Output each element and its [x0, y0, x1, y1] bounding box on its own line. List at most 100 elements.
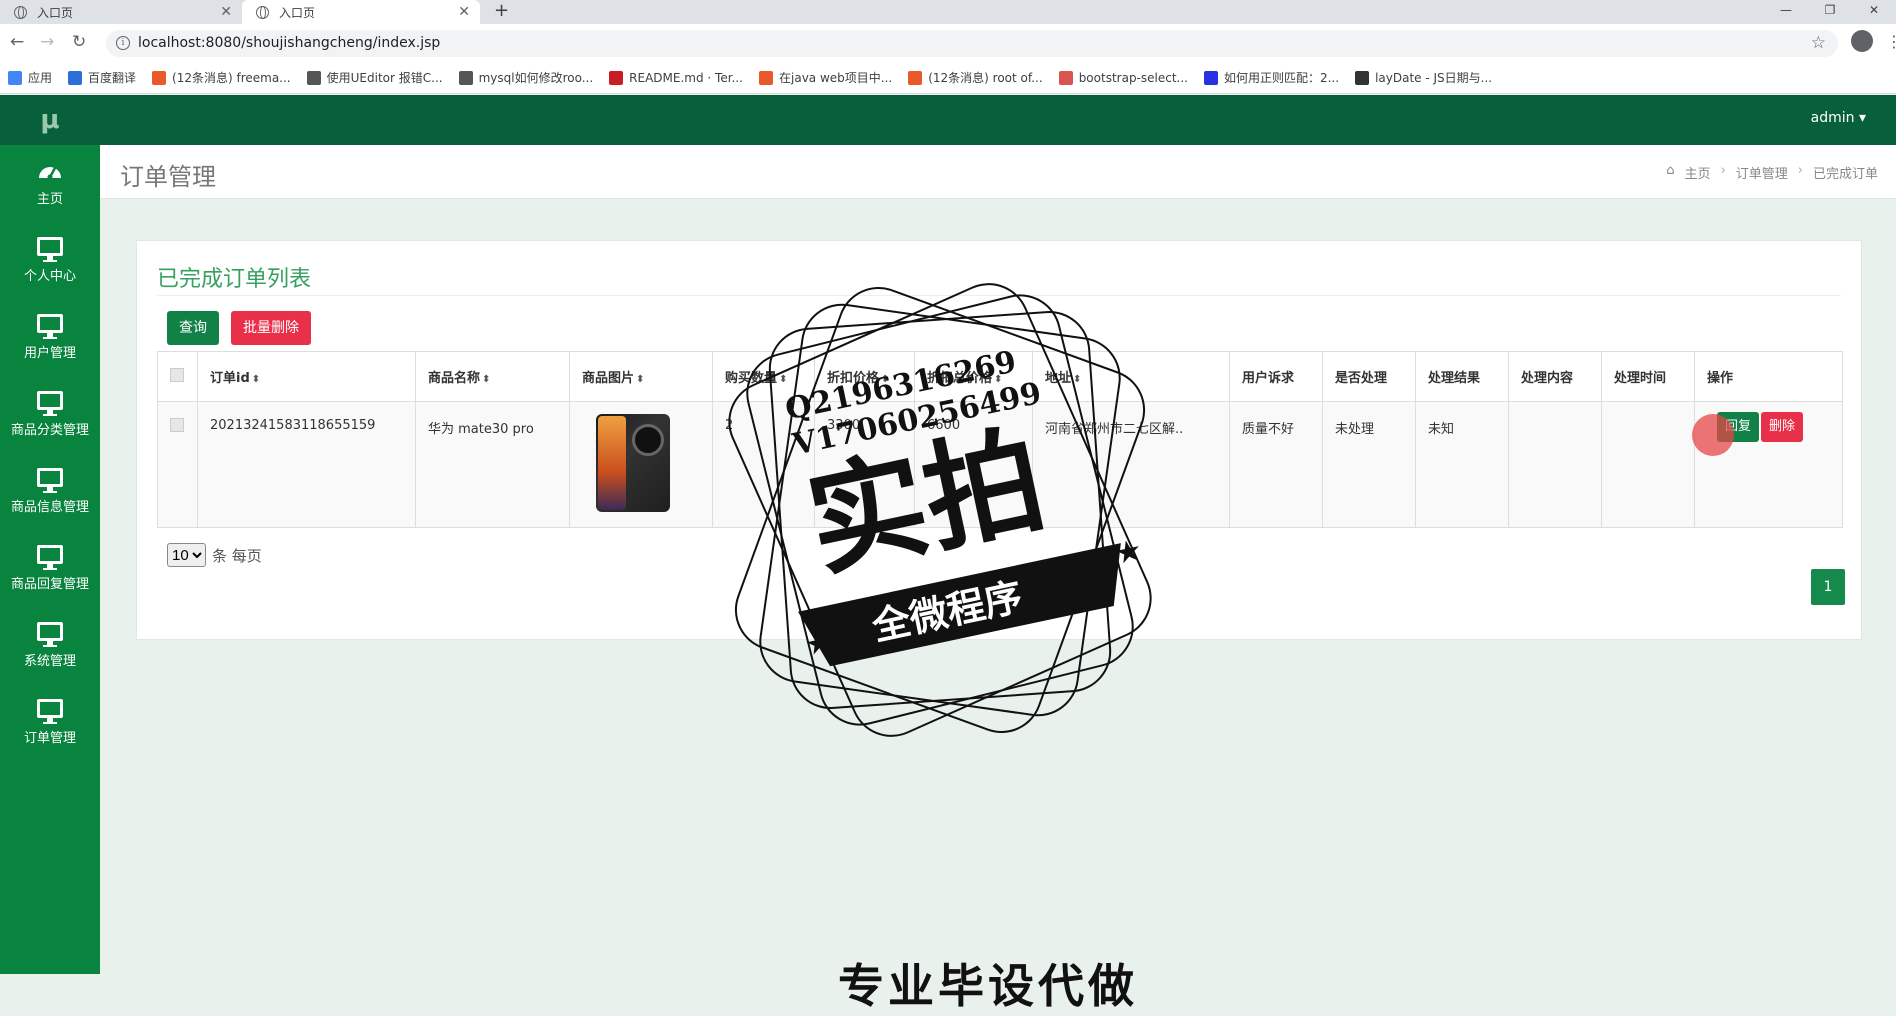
bookmarks-bar: 应用 百度翻译 (12条消息) freema... 使用UEditor 报错C... m…: [0, 62, 1896, 94]
col-discount-total[interactable]: 折扣总价格 ⬍: [914, 351, 1033, 402]
home-icon: ⌂: [1666, 163, 1675, 178]
panel-title: 已完成订单列表: [157, 267, 312, 292]
sort-icon[interactable]: ⬍: [881, 374, 889, 385]
window-close-icon[interactable]: ✕: [1852, 0, 1896, 24]
apps-grid-icon: [8, 70, 22, 85]
monitor-icon: [37, 468, 63, 493]
sidebar-item[interactable]: 用户管理: [0, 299, 100, 376]
sidebar-item[interactable]: 商品分类管理: [0, 376, 100, 453]
sidebar-item[interactable]: 系统管理: [0, 607, 100, 684]
sort-icon[interactable]: ⬍: [1073, 374, 1081, 385]
browser-tab-active[interactable]: 入口页 ✕: [242, 0, 480, 24]
sidebar-item-label: 商品回复管理: [10, 577, 89, 592]
sort-icon[interactable]: ⬍: [482, 374, 490, 385]
discount-price: 3300: [814, 401, 915, 528]
url-input[interactable]: i localhost:8080/shoujishangcheng/index.…: [106, 30, 1838, 57]
bookmark-item[interactable]: layDate - JS日期与...: [1355, 69, 1492, 86]
bookmark-label: README.md · Ter...: [629, 70, 743, 85]
bookmark-item[interactable]: mysql如何修改roo...: [458, 69, 593, 86]
bookmark-label: (12条消息) root of...: [928, 71, 1043, 85]
bookmark-label: (12条消息) freema...: [172, 71, 291, 85]
select-all-checkbox[interactable]: [170, 367, 184, 382]
batch-delete-button[interactable]: 批量删除: [231, 311, 311, 345]
col-content: 处理内容: [1508, 351, 1602, 402]
divider: [157, 295, 1841, 296]
col-actions: 操作: [1694, 351, 1843, 402]
bottom-overlay-text: 专业毕设代做: [838, 959, 1138, 1013]
sidebar-item[interactable]: 商品回复管理: [0, 530, 100, 607]
row-checkbox[interactable]: [170, 418, 184, 432]
close-icon[interactable]: ✕: [458, 4, 470, 20]
monitor-icon: [37, 699, 63, 724]
sort-icon[interactable]: ⬍: [636, 374, 644, 385]
breadcrumb-current: 已完成订单: [1812, 167, 1878, 182]
page-size-select[interactable]: 10: [167, 543, 206, 567]
query-button[interactable]: 查询: [167, 311, 219, 345]
bookmark-item[interactable]: README.md · Ter...: [609, 70, 743, 85]
back-icon[interactable]: ←: [10, 32, 24, 52]
page-1-button[interactable]: 1: [1811, 569, 1845, 605]
bookmark-item[interactable]: 如何用正则匹配：2...: [1203, 69, 1339, 86]
sidebar-item[interactable]: 主页: [0, 145, 100, 222]
col-product-name[interactable]: 商品名称 ⬍: [415, 351, 570, 402]
new-tab-button[interactable]: +: [494, 0, 509, 24]
profile-avatar[interactable]: [1851, 30, 1873, 52]
col-handled: 是否处理: [1322, 351, 1416, 402]
handle-result: 未知: [1415, 401, 1509, 528]
product-image-cell: [569, 401, 713, 528]
minimize-icon[interactable]: —: [1764, 0, 1808, 24]
bookmark-favicon-icon: [68, 70, 83, 85]
restore-icon[interactable]: ❐: [1808, 0, 1852, 24]
product-image[interactable]: [596, 414, 670, 512]
monitor-icon: [37, 314, 63, 339]
reload-icon[interactable]: ↻: [72, 32, 86, 52]
menu-kebab-icon[interactable]: ⋮: [1886, 32, 1896, 51]
bookmark-item[interactable]: (12条消息) root of...: [908, 69, 1043, 86]
sort-icon[interactable]: ⬍: [779, 374, 787, 385]
user-menu[interactable]: admin ▾: [1811, 110, 1866, 126]
monitor-icon: [37, 622, 63, 647]
handle-time: [1601, 401, 1695, 528]
globe-icon: [14, 5, 27, 19]
bookmark-item[interactable]: 使用UEditor 报错C...: [306, 69, 443, 86]
sidebar: μ 主页 个人中心 用户管理 商品分类管理 商品信息管理 商品回复管理 系统管理 订单管理: [0, 95, 100, 974]
breadcrumb-orders[interactable]: 订单管理: [1736, 163, 1788, 182]
col-product-image[interactable]: 商品图片 ⬍: [569, 351, 713, 402]
bookmark-item[interactable]: (12条消息) freema...: [152, 69, 291, 86]
orders-table: 订单id ⬍ 商品名称 ⬍ 商品图片 ⬍ 购买数量 ⬍ 折扣价格 ⬍ 折扣总价格 ⬍ 地址 ⬍…: [157, 351, 1843, 528]
bookmark-item[interactable]: 应用: [8, 69, 52, 86]
sidebar-item-label: 订单管理: [23, 731, 76, 746]
bookmark-label: 应用: [28, 71, 53, 85]
bookmark-favicon-icon: [306, 70, 321, 85]
globe-icon: [256, 5, 269, 19]
tab-title: 入口页: [37, 5, 74, 20]
col-address[interactable]: 地址 ⬍: [1032, 351, 1230, 402]
browser-tab[interactable]: 入口页 ✕: [0, 0, 242, 24]
col-result: 处理结果: [1415, 351, 1509, 402]
info-icon[interactable]: i: [116, 36, 130, 50]
bookmark-favicon-icon: [908, 70, 923, 85]
sidebar-item[interactable]: 订单管理: [0, 684, 100, 761]
sidebar-item[interactable]: 个人中心: [0, 222, 100, 299]
bookmark-item[interactable]: 百度翻译: [68, 69, 136, 86]
page-size-label: 条 每页: [212, 546, 262, 565]
delete-button[interactable]: 删除: [1761, 412, 1804, 442]
forward-icon[interactable]: →: [40, 32, 54, 52]
bookmark-item[interactable]: bootstrap-select...: [1058, 70, 1188, 85]
col-qty[interactable]: 购买数量 ⬍: [712, 351, 815, 402]
bookmark-favicon-icon: [152, 70, 167, 85]
click-indicator: [1692, 414, 1734, 456]
sort-icon[interactable]: ⬍: [252, 374, 260, 385]
sort-icon[interactable]: ⬍: [994, 374, 1002, 385]
sidebar-item[interactable]: 商品信息管理: [0, 453, 100, 530]
page-header: 订单管理 ⌂ 主页 › 订单管理 › 已完成订单: [100, 145, 1896, 199]
breadcrumb-home[interactable]: 主页: [1685, 163, 1711, 182]
chevron-right-icon: ›: [1797, 163, 1803, 178]
col-order-id[interactable]: 订单id ⬍: [197, 351, 416, 402]
col-user-request: 用户诉求: [1229, 351, 1323, 402]
bookmark-item[interactable]: 在java web项目中...: [759, 69, 892, 86]
col-discount-price[interactable]: 折扣价格 ⬍: [814, 351, 915, 402]
sidebar-item-label: 商品信息管理: [10, 500, 89, 515]
bookmark-star-icon[interactable]: ☆: [1811, 33, 1826, 53]
close-icon[interactable]: ✕: [220, 4, 232, 20]
